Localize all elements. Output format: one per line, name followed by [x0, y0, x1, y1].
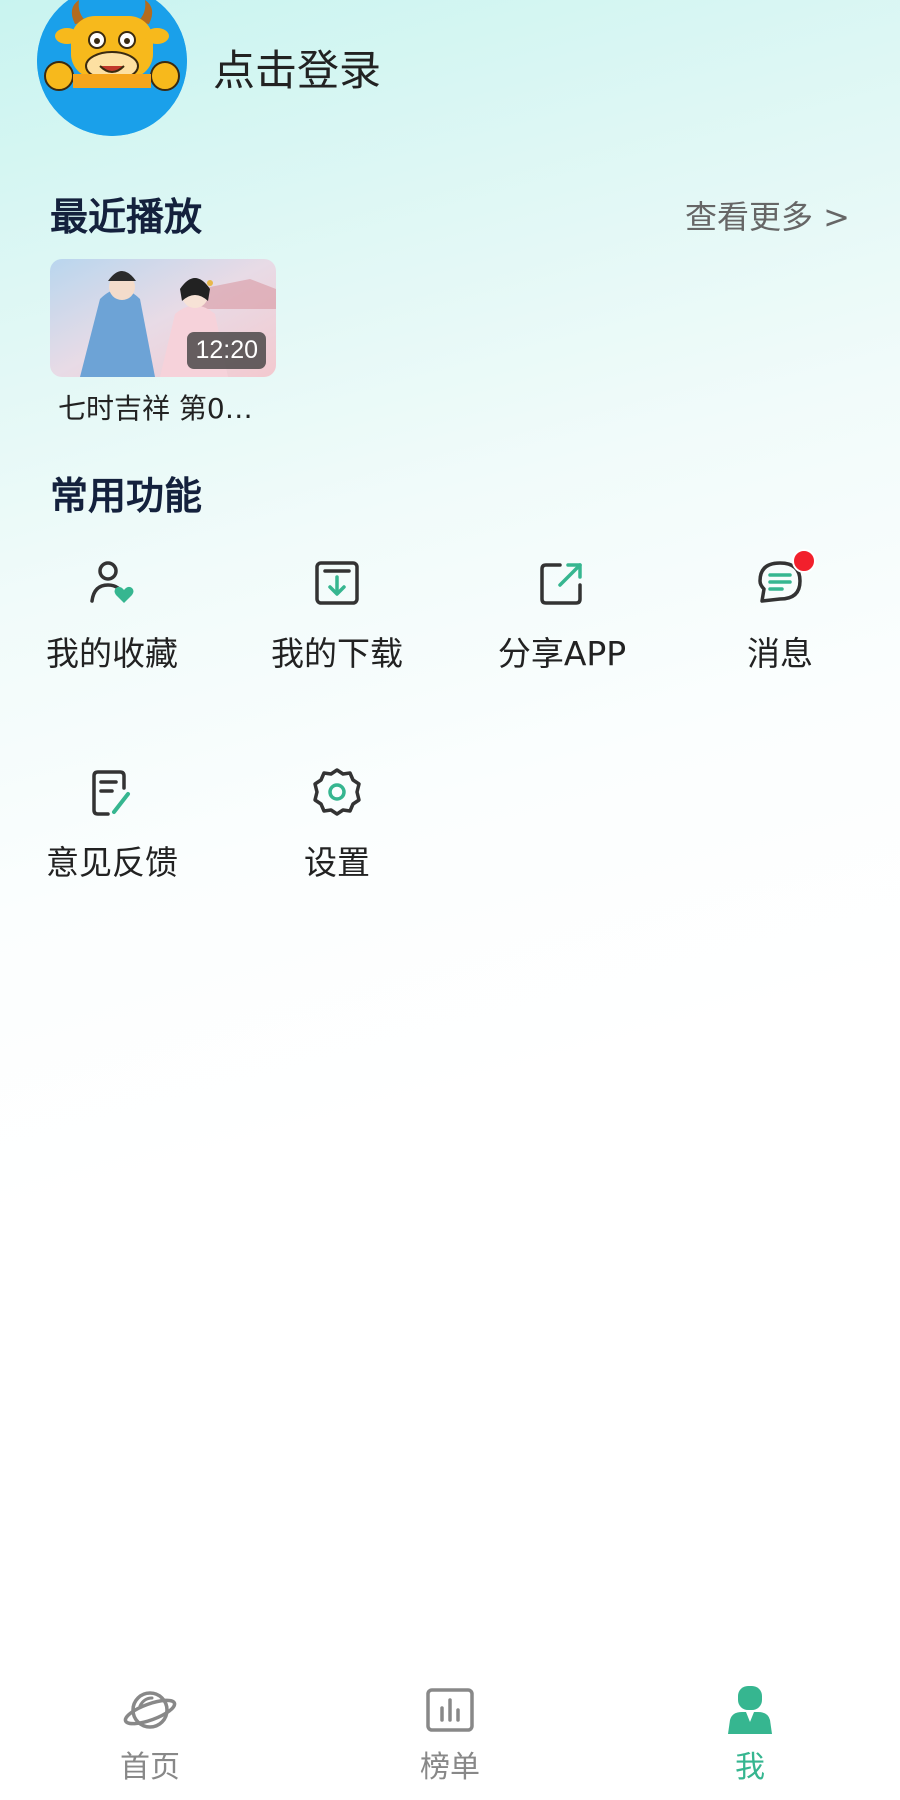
func-messages[interactable]: 消息: [680, 549, 880, 675]
nav-rankings[interactable]: 榜单: [370, 1682, 530, 1786]
video-thumbnail[interactable]: 12:20: [50, 259, 276, 377]
settings-icon: [309, 764, 365, 820]
functions-section-title: 常用功能: [50, 474, 203, 518]
planet-icon: [122, 1682, 178, 1738]
func-label: 我的下载: [271, 634, 403, 673]
message-icon: [752, 549, 816, 611]
feedback-icon: [84, 764, 140, 820]
recent-item[interactable]: 12:20 七时吉祥 第0…: [50, 259, 276, 427]
chart-icon: [422, 1682, 478, 1738]
func-settings[interactable]: 设置: [237, 764, 437, 884]
func-favorites[interactable]: 我的收藏: [12, 555, 212, 675]
login-link[interactable]: 点击登录: [213, 37, 381, 98]
nav-label: 榜单: [420, 1750, 480, 1785]
func-feedback[interactable]: 意见反馈: [12, 764, 212, 884]
video-title[interactable]: 七时吉祥 第0…: [50, 387, 276, 427]
recent-section-title: 最近播放: [50, 195, 203, 239]
nav-label: 我: [735, 1750, 765, 1785]
func-label: 分享APP: [497, 634, 627, 673]
person-icon: [722, 1682, 778, 1738]
nav-label: 首页: [120, 1750, 180, 1785]
download-icon: [309, 555, 365, 611]
func-share-app[interactable]: 分享APP: [462, 555, 662, 675]
avatar[interactable]: [37, 0, 187, 136]
func-label: 我的收藏: [46, 634, 178, 673]
func-label: 设置: [304, 843, 370, 882]
bottom-nav: 首页 榜单 我: [0, 1670, 900, 1800]
unread-badge: [792, 549, 816, 573]
func-label: 消息: [747, 634, 813, 673]
nav-me[interactable]: 我: [670, 1682, 830, 1786]
func-downloads[interactable]: 我的下载: [237, 555, 437, 675]
video-duration: 12:20: [187, 332, 266, 369]
func-label: 意见反馈: [46, 843, 178, 882]
nav-home[interactable]: 首页: [70, 1682, 230, 1786]
view-more-link[interactable]: 查看更多 >: [685, 192, 850, 238]
share-icon: [534, 555, 590, 611]
cow-mascot-icon: [37, 0, 187, 136]
user-heart-icon: [84, 555, 140, 611]
